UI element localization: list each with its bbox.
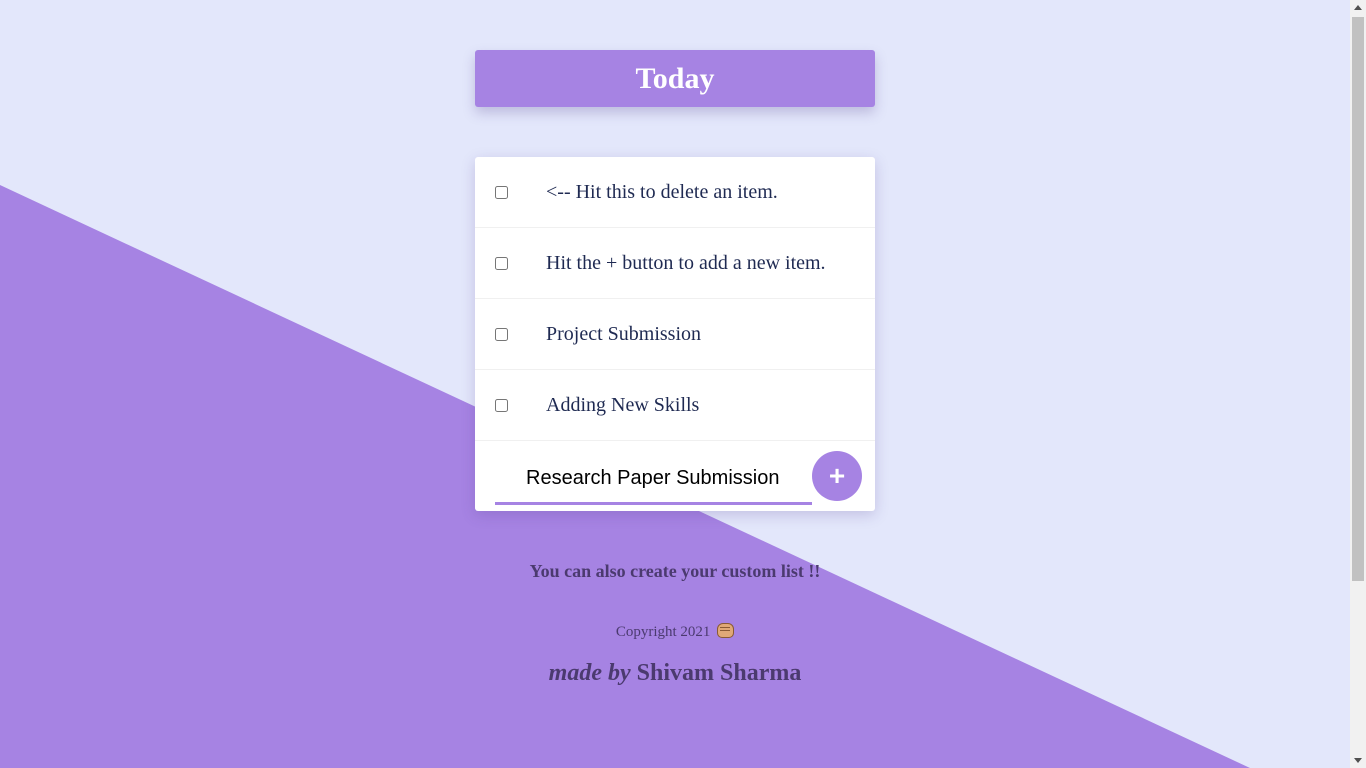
list-item: Adding New Skills — [475, 370, 875, 441]
item-text: Adding New Skills — [546, 393, 700, 416]
add-item-button[interactable]: + — [812, 451, 862, 501]
made-by-prefix: made by — [548, 660, 631, 686]
made-by-credit: made by Shivam Sharma — [0, 660, 1350, 687]
todo-list-card: <-- Hit this to delete an item. Hit the … — [475, 157, 875, 511]
new-item-input[interactable] — [495, 455, 812, 505]
scroll-down-icon[interactable] — [1354, 758, 1362, 763]
item-text: <-- Hit this to delete an item. — [546, 180, 778, 203]
new-item-form: + — [475, 441, 875, 511]
item-delete-checkbox[interactable] — [495, 256, 508, 270]
item-text: Project Submission — [546, 322, 702, 345]
page: Today <-- Hit this to delete an item. Hi… — [0, 0, 1350, 768]
list-item: Project Submission — [475, 299, 875, 370]
copyright: Copyright 2021 — [0, 623, 1350, 641]
item-delete-checkbox[interactable] — [495, 398, 508, 412]
item-text: Hit the + button to add a new item. — [546, 251, 826, 274]
list-item: Hit the + button to add a new item. — [475, 228, 875, 299]
fist-bump-icon — [717, 623, 735, 638]
page-title: Today — [635, 61, 715, 95]
custom-list-note-text: You can also create your custom list !! — [529, 561, 821, 581]
author-name: Shivam Sharma — [636, 660, 802, 686]
scrollbar-thumb[interactable] — [1352, 17, 1364, 581]
custom-list-note: You can also create your custom list !! — [0, 561, 1350, 582]
list-heading-box: Today — [475, 50, 875, 107]
list-item: <-- Hit this to delete an item. — [475, 157, 875, 228]
copyright-text: Copyright 2021 — [615, 624, 711, 640]
vertical-scrollbar[interactable] — [1350, 0, 1366, 768]
scroll-up-icon[interactable] — [1354, 5, 1362, 10]
item-delete-checkbox[interactable] — [495, 185, 508, 199]
item-delete-checkbox[interactable] — [495, 327, 508, 341]
